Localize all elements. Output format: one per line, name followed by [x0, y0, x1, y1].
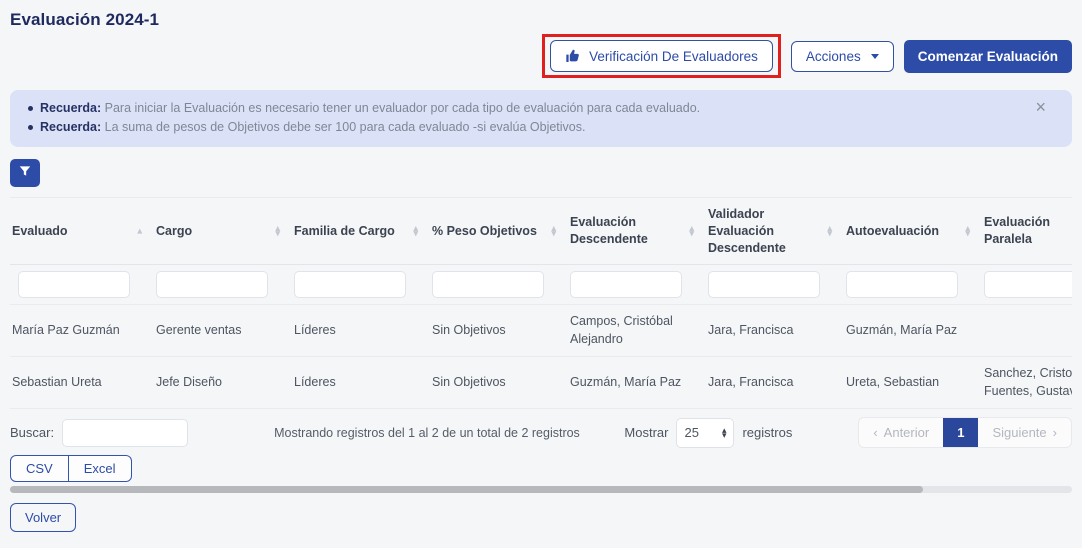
column-header-peso-objetivos[interactable]: % Peso Objetivos ▴▾: [424, 197, 562, 265]
sort-icon: ▴▾: [413, 226, 418, 236]
chevron-left-icon: ‹: [873, 425, 877, 440]
start-evaluation-label: Comenzar Evaluación: [918, 49, 1058, 64]
select-arrows-icon: ▴▾: [722, 428, 727, 438]
column-header-familia-cargo[interactable]: Familia de Cargo ▴▾: [286, 197, 424, 265]
actions-label: Acciones: [806, 49, 861, 64]
column-header-validador[interactable]: Validador Evaluación Descendente ▴▾: [700, 197, 838, 265]
column-header-evaluacion-paralela[interactable]: Evaluación Paralela ▴▾: [976, 197, 1072, 265]
table-row[interactable]: María Paz Guzmán Gerente ventas Líderes …: [10, 305, 1072, 357]
pagination: ‹ Anterior 1 Siguiente ›: [858, 417, 1072, 448]
toolbar: Verificación De Evaluadores Acciones Com…: [10, 32, 1072, 80]
column-header-evaluacion-descendente[interactable]: Evaluación Descendente ▴▾: [562, 197, 700, 265]
column-header-cargo[interactable]: Cargo ▴▾: [148, 197, 286, 265]
start-evaluation-button[interactable]: Comenzar Evaluación: [904, 40, 1072, 73]
evaluations-table-wrapper: Evaluado ▴ Cargo ▴▾ Familia de Cargo ▴▾ …: [10, 197, 1072, 410]
page-size-select[interactable]: 25 ▴▾: [676, 418, 734, 448]
show-label: Mostrar: [624, 425, 668, 440]
cell-evaluado: María Paz Guzmán: [10, 305, 148, 357]
cell-validador: Jara, Francisca: [700, 305, 838, 357]
cell-familia-cargo: Líderes: [286, 357, 424, 409]
cell-familia-cargo: Líderes: [286, 305, 424, 357]
cell-validador: Jara, Francisca: [700, 357, 838, 409]
cell-evaluado: Sebastian Ureta: [10, 357, 148, 409]
page-title: Evaluación 2024-1: [10, 10, 1072, 30]
reminder-text: Para iniciar la Evaluación es necesario …: [101, 101, 700, 115]
search-input[interactable]: [62, 419, 188, 447]
cell-evaluacion-paralela: [976, 305, 1072, 357]
filter-button[interactable]: [10, 159, 40, 187]
sort-icon: ▴▾: [551, 226, 556, 236]
table-row[interactable]: Sebastian Ureta Jefe Diseño Líderes Sin …: [10, 357, 1072, 409]
thumbs-up-icon: [565, 48, 581, 64]
filter-input-validador[interactable]: [708, 271, 820, 298]
reminder-item: Recuerda: La suma de pesos de Objetivos …: [24, 118, 1028, 137]
filter-input-familia-cargo[interactable]: [294, 271, 406, 298]
cell-autoevaluacion: Ureta, Sebastian: [838, 357, 976, 409]
verification-evaluators-button[interactable]: Verificación De Evaluadores: [550, 40, 773, 72]
sort-icon: ▴▾: [965, 226, 970, 236]
filter-input-autoevaluacion[interactable]: [846, 271, 958, 298]
reminder-list: Recuerda: Para iniciar la Evaluación es …: [24, 99, 1028, 138]
records-label: registros: [742, 425, 792, 440]
cell-cargo: Gerente ventas: [148, 305, 286, 357]
reminder-text: La suma de pesos de Objetivos debe ser 1…: [101, 120, 585, 134]
sort-asc-icon: ▴: [137, 229, 142, 234]
cell-cargo: Jefe Diseño: [148, 357, 286, 409]
horizontal-scrollbar[interactable]: [10, 486, 1072, 493]
search-group: Buscar:: [10, 419, 188, 447]
sort-icon: ▴▾: [827, 226, 832, 236]
filter-input-cargo[interactable]: [156, 271, 268, 298]
search-label: Buscar:: [10, 425, 54, 440]
cell-peso-objetivos: Sin Objetivos: [424, 357, 562, 409]
current-page-button[interactable]: 1: [943, 418, 978, 447]
red-highlight-annotation: Verificación De Evaluadores: [542, 34, 781, 78]
page-size-value: 25: [684, 425, 698, 440]
scrollbar-thumb[interactable]: [10, 486, 923, 493]
evaluation-page: Evaluación 2024-1 Verificación De Evalua…: [0, 0, 1082, 548]
records-info: Mostrando registros del 1 al 2 de un tot…: [274, 426, 580, 440]
reminder-alert: Recuerda: Para iniciar la Evaluación es …: [10, 90, 1072, 147]
column-header-autoevaluacion[interactable]: Autoevaluación ▴▾: [838, 197, 976, 265]
back-button[interactable]: Volver: [10, 503, 76, 532]
filter-input-evaluado[interactable]: [18, 271, 130, 298]
close-icon[interactable]: ×: [1035, 98, 1046, 116]
filter-input-peso-objetivos[interactable]: [432, 271, 544, 298]
cell-autoevaluacion: Guzmán, María Paz: [838, 305, 976, 357]
table-header-row: Evaluado ▴ Cargo ▴▾ Familia de Cargo ▴▾ …: [10, 197, 1072, 265]
reminder-item: Recuerda: Para iniciar la Evaluación es …: [24, 99, 1028, 118]
column-filter-row: [10, 265, 1072, 305]
next-label: Siguiente: [992, 425, 1046, 440]
evaluations-table: Evaluado ▴ Cargo ▴▾ Familia de Cargo ▴▾ …: [10, 197, 1072, 410]
export-button-group: CSV Excel: [10, 455, 132, 482]
actions-dropdown-button[interactable]: Acciones: [791, 41, 894, 72]
reminder-prefix: Recuerda:: [40, 120, 101, 134]
csv-export-button[interactable]: CSV: [10, 455, 69, 482]
page-size-group: Mostrar 25 ▴▾ registros: [624, 418, 792, 448]
reminder-prefix: Recuerda:: [40, 101, 101, 115]
cell-evaluacion-paralela: Sanchez, Cristobal - Fuentes, Gustavo: [976, 357, 1072, 409]
chevron-right-icon: ›: [1053, 425, 1057, 440]
column-header-evaluado[interactable]: Evaluado ▴: [10, 197, 148, 265]
chevron-down-icon: [871, 54, 879, 59]
excel-export-button[interactable]: Excel: [68, 455, 132, 482]
funnel-icon: [18, 164, 32, 181]
table-footer: Buscar: Mostrando registros del 1 al 2 d…: [10, 417, 1072, 448]
sort-icon: ▴▾: [275, 226, 280, 236]
cell-evaluacion-descendente: Campos, Cristóbal Alejandro: [562, 305, 700, 357]
sort-icon: ▴▾: [689, 226, 694, 236]
verification-evaluators-label: Verificación De Evaluadores: [589, 49, 758, 64]
next-page-button[interactable]: Siguiente ›: [978, 418, 1071, 447]
cell-evaluacion-descendente: Guzmán, María Paz: [562, 357, 700, 409]
filter-input-evaluacion-paralela[interactable]: [984, 271, 1072, 298]
previous-page-button[interactable]: ‹ Anterior: [859, 418, 943, 447]
filter-input-evaluacion-descendente[interactable]: [570, 271, 682, 298]
cell-peso-objetivos: Sin Objetivos: [424, 305, 562, 357]
previous-label: Anterior: [884, 425, 930, 440]
